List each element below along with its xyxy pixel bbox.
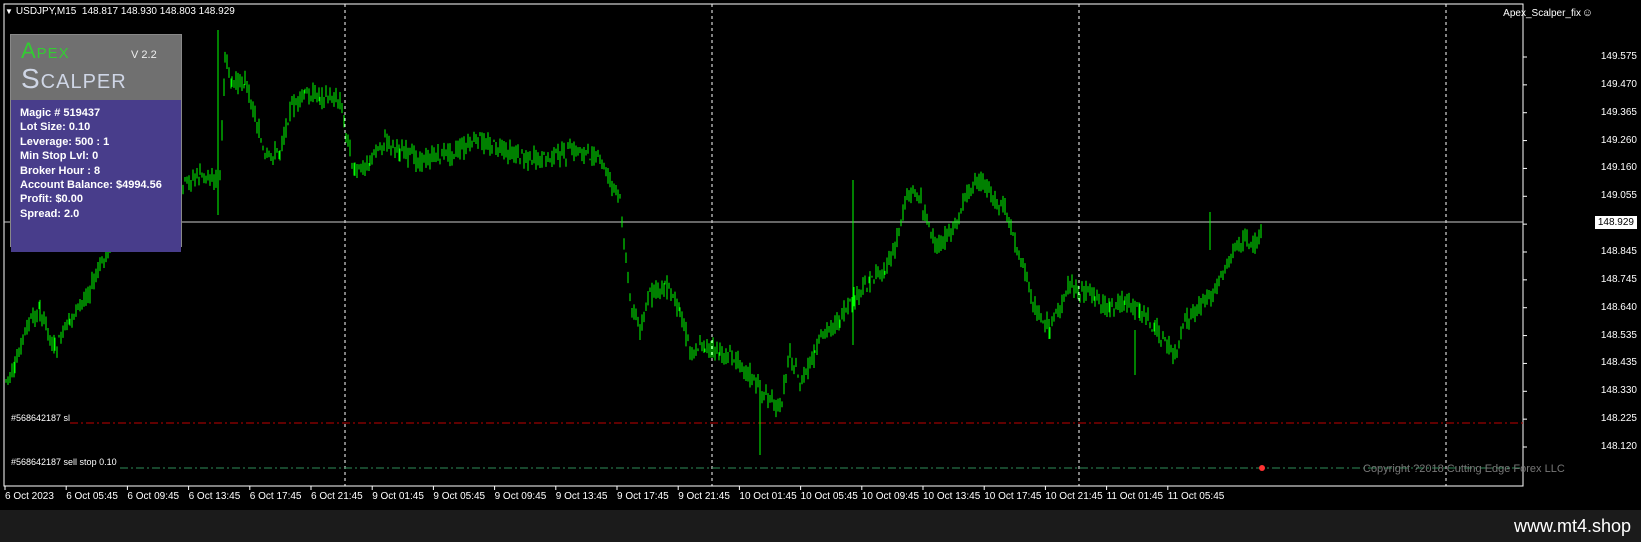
- panel-title-scalper: Scalper: [21, 63, 127, 94]
- time-axis-label: 11 Oct 05:45: [1167, 491, 1225, 502]
- min-stop-level: Min Stop Lvl: 0: [20, 150, 99, 163]
- footer-bar: www.mt4.shop: [0, 510, 1641, 542]
- leverage: Leverage: 500 : 1: [20, 135, 110, 148]
- time-axis-label: 6 Oct 05:45: [66, 491, 118, 502]
- panel-title-apex: Apex: [21, 38, 70, 63]
- account-balance: Account Balance: $4994.56: [20, 179, 162, 192]
- time-axis-label: 9 Oct 05:45: [433, 491, 486, 502]
- price-axis-label: 148.845: [1600, 246, 1637, 257]
- order-marker: [1259, 465, 1265, 471]
- time-axis-label: 6 Oct 2023: [5, 491, 54, 502]
- price-axis-label: 149.260: [1600, 134, 1637, 146]
- spread: Spread: 2.0: [20, 207, 80, 220]
- price-axis-label: 148.120: [1600, 441, 1637, 452]
- magic-number: Magic # 519437: [20, 107, 101, 119]
- candles-group: [5, 51, 1262, 418]
- time-axis-label: 10 Oct 09:45: [861, 491, 920, 502]
- price-axis-label: 149.575: [1600, 51, 1637, 62]
- price-axis-label: 148.535: [1600, 329, 1637, 341]
- time-axis-label: 9 Oct 09:45: [494, 491, 547, 502]
- price-axis-label: 149.160: [1600, 162, 1637, 174]
- time-axis-label: 10 Oct 17:45: [984, 491, 1042, 502]
- profit: Profit: $0.00: [20, 193, 83, 206]
- time-axis-label: 6 Oct 21:45: [311, 491, 363, 502]
- time-axis-label: 10 Oct 01:45: [739, 491, 797, 502]
- symbol-label: USDJPY,M15: [15, 6, 77, 17]
- copyright-text: Copyright ?2018 Cutting Edge Forex LLC: [1363, 463, 1565, 475]
- time-axis-label: 10 Oct 21:45: [1045, 491, 1103, 502]
- broker-hour: Broker Hour : 8: [20, 164, 101, 177]
- time-axis-label: 6 Oct 09:45: [127, 491, 180, 502]
- time-axis-label: 9 Oct 21:45: [678, 491, 730, 502]
- expert-advisor-name: Apex_Scalper_fix: [1503, 8, 1581, 19]
- price-axis-label: 148.225: [1600, 413, 1637, 425]
- stop-loss-label: #568642187 sl: [11, 413, 71, 423]
- ohlc-values: 148.817 148.930 148.803 148.929: [81, 6, 235, 17]
- price-axis-label: 149.365: [1600, 106, 1637, 118]
- time-axis-label: 10 Oct 13:45: [923, 491, 981, 502]
- time-axis-label: 9 Oct 17:45: [617, 491, 669, 502]
- time-axis-label: 6 Oct 13:45: [188, 491, 241, 502]
- panel-version: V 2.2: [131, 49, 157, 61]
- lot-size: Lot Size: 0.10: [20, 121, 91, 134]
- time-axis-label: 6 Oct 17:45: [249, 491, 302, 502]
- sell-stop-label: #568642187 sell stop 0.10: [11, 457, 117, 467]
- panel-header: Apex V 2.2 Scalper: [11, 35, 181, 100]
- menu-triangle-icon[interactable]: ▼: [5, 7, 13, 16]
- current-price-tag: 148.929: [1594, 216, 1637, 229]
- price-axis-label: 149.055: [1600, 190, 1637, 202]
- price-chart[interactable]: [0, 0, 1641, 510]
- price-axis-label: 148.435: [1600, 357, 1637, 369]
- chart-header: ▼ USDJPY,M15 148.817 148.930 148.803 148.…: [5, 6, 235, 17]
- panel-info: Magic # 519437 Lot Size: 0.10 Leverage: …: [11, 100, 181, 252]
- apex-scalper-panel: Apex V 2.2 Scalper Magic # 519437 Lot Si…: [10, 34, 182, 252]
- time-axis-label: 10 Oct 05:45: [800, 491, 858, 502]
- time-axis-label: 9 Oct 13:45: [555, 491, 608, 502]
- price-axis-label: 148.745: [1600, 273, 1637, 285]
- chart-window[interactable]: ▼ USDJPY,M15 148.817 148.930 148.803 148.…: [0, 0, 1641, 510]
- time-axis-label: 9 Oct 01:45: [372, 491, 424, 502]
- price-axis-label: 148.640: [1600, 301, 1637, 313]
- price-axis-label: 148.330: [1600, 385, 1637, 397]
- time-axis-label: 11 Oct 01:45: [1106, 491, 1164, 502]
- smiley-icon[interactable]: ☺: [1582, 7, 1593, 19]
- site-url: www.mt4.shop: [1513, 516, 1631, 536]
- price-axis-label: 149.470: [1600, 78, 1637, 90]
